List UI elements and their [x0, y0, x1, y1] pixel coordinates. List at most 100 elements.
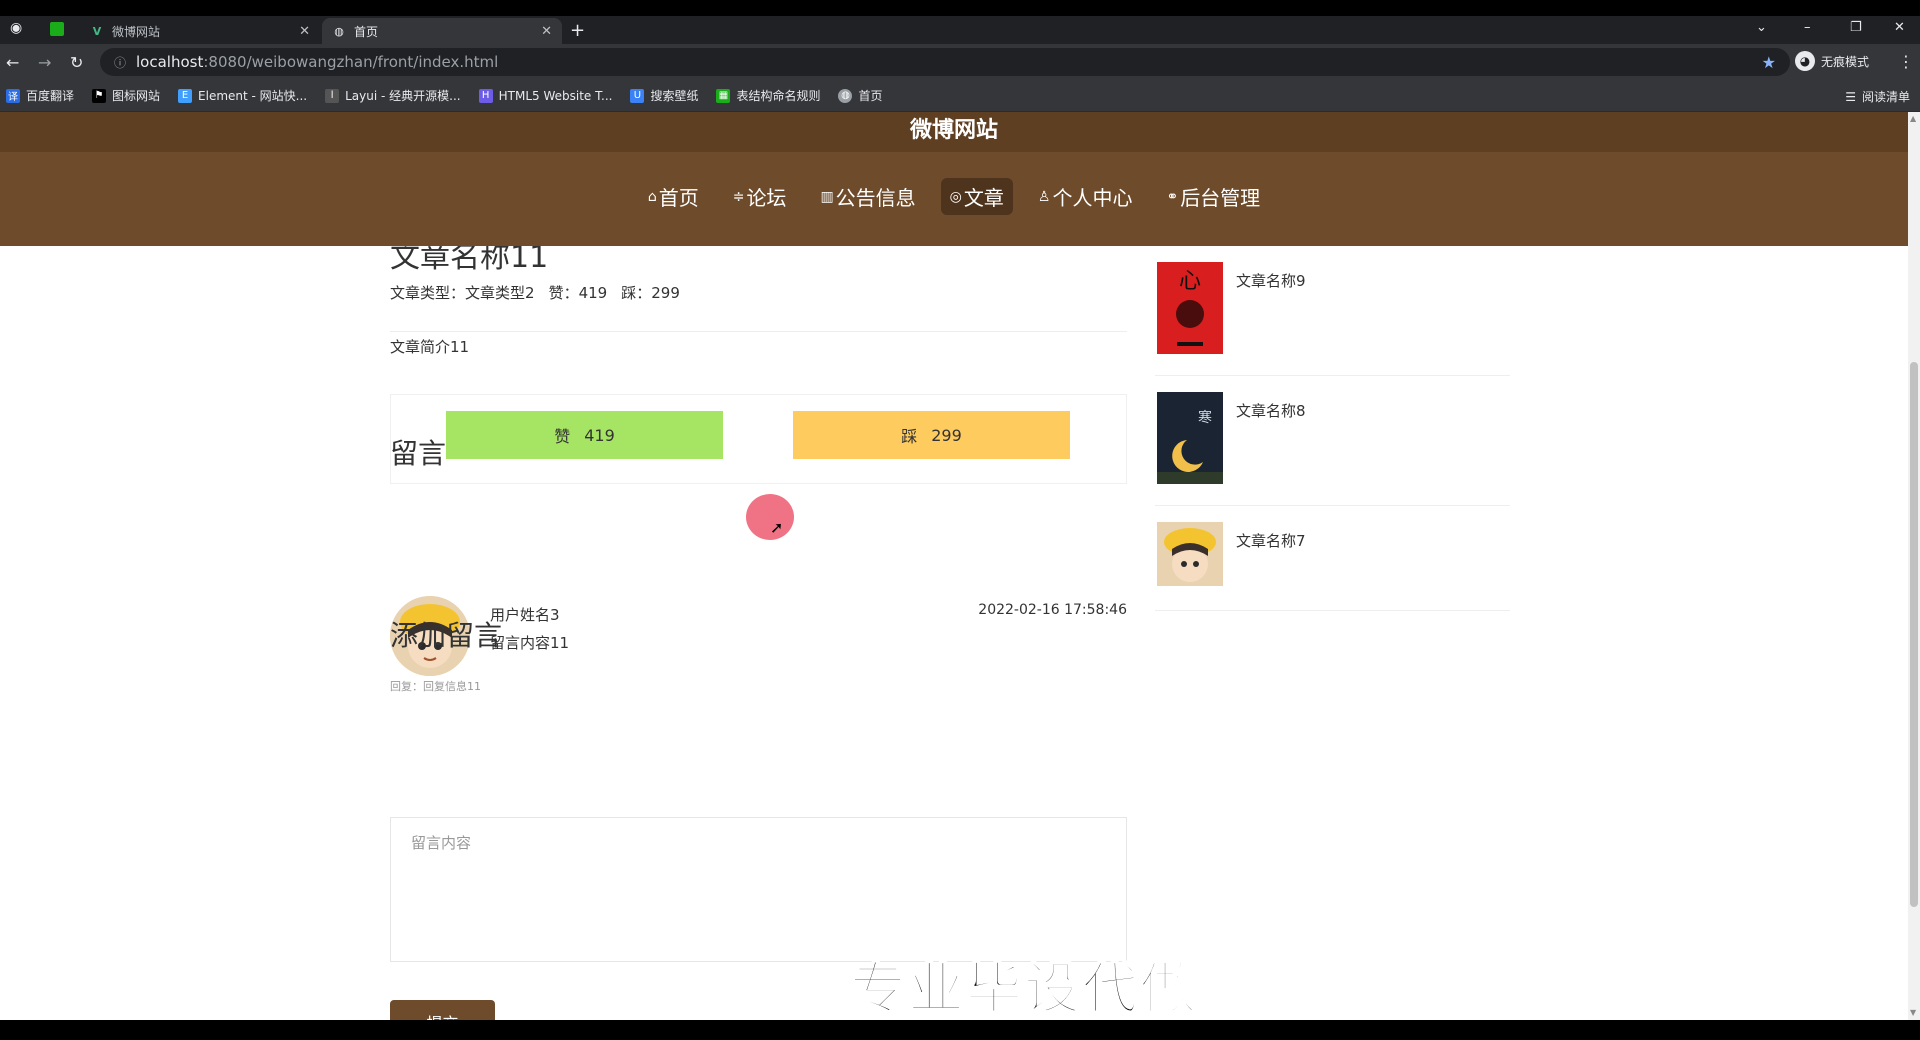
related-article-title: 文章名称7: [1236, 532, 1306, 550]
incognito-icon: ◕: [1795, 51, 1815, 71]
reload-icon[interactable]: ↻: [70, 53, 83, 72]
related-article-item[interactable]: 文章名称7: [1155, 506, 1510, 611]
incognito-globe-icon[interactable]: ◉: [10, 20, 22, 36]
dislike-label: 踩：: [621, 284, 652, 302]
dislike-button-label: 踩: [901, 427, 918, 446]
like-button-count: 419: [584, 425, 615, 445]
related-article-title: 文章名称8: [1236, 402, 1306, 420]
url-bar[interactable]: ⓘ localhost:8080/weibowangzhan/front/ind…: [100, 48, 1790, 76]
red-book-cover-icon: 心: [1157, 262, 1223, 354]
nav-notice[interactable]: ▥ 公告信息: [811, 178, 924, 215]
comments-heading: 留言: [390, 437, 447, 470]
page-scrollbar[interactable]: ▲ ▼: [1908, 112, 1920, 1020]
minimize-icon[interactable]: –: [1804, 20, 1811, 35]
cartoon-avatar-icon: [1157, 522, 1223, 586]
nav-admin[interactable]: ⚭ 后台管理: [1157, 178, 1269, 215]
mouse-cursor-icon: ➚: [770, 518, 784, 537]
like-count: 419: [578, 284, 608, 302]
site-title: 微博网站: [0, 112, 1908, 152]
layui-icon: l: [325, 88, 340, 103]
bookmark-item[interactable]: U 搜索壁纸: [630, 87, 698, 104]
bookmark-item[interactable]: H HTML5 Website T...: [478, 88, 613, 103]
profile-label: 无痕模式: [1821, 54, 1870, 69]
page-viewport: 文章名称11 文章类型：文章类型2 赞：419 踩：299 文章简介11 赞 4…: [0, 112, 1920, 1020]
related-article-item[interactable]: 心 文章名称9: [1155, 246, 1510, 376]
forum-icon: ≑: [732, 188, 745, 205]
app-favicon-icon[interactable]: [50, 22, 64, 36]
related-articles: 心 文章名称9 寒 文章名称8 文章名称7: [1155, 246, 1510, 611]
nav-profile[interactable]: ♙ 个人中心: [1029, 178, 1142, 215]
type-value: 文章类型2: [465, 284, 535, 302]
wallpaper-icon: U: [630, 88, 645, 103]
nav-forum[interactable]: ≑ 论坛: [724, 178, 796, 215]
like-label: 赞：: [548, 284, 579, 302]
like-button-label: 赞: [554, 427, 571, 446]
nav-home[interactable]: ⌂ 首页: [639, 178, 708, 215]
related-article-item[interactable]: 寒 文章名称8: [1155, 376, 1510, 506]
nav-label: 公告信息: [835, 186, 916, 210]
tab-home[interactable]: ◍ 首页 ✕: [322, 18, 562, 44]
bookmark-item[interactable]: E Element - 网站快...: [178, 87, 307, 104]
vue-icon: V: [92, 24, 102, 38]
bookmark-label: Element - 网站快...: [198, 89, 308, 103]
address-toolbar: ← → ↻ ⓘ localhost:8080/weibowangzhan/fro…: [0, 44, 1920, 80]
nav-label: 首页: [658, 186, 699, 210]
scroll-up-icon[interactable]: ▲: [1910, 114, 1916, 123]
vote-panel: 赞 419 踩 299: [390, 394, 1127, 484]
svg-text:寒: 寒: [1198, 409, 1212, 426]
bookmarks-bar: 译百度翻译 ⚑ 图标网站 E Element - 网站快... l Layui - 经…: [0, 80, 1920, 112]
article-icon: ◎: [949, 188, 962, 205]
scroll-thumb[interactable]: [1910, 362, 1918, 907]
close-icon[interactable]: ✕: [541, 24, 552, 39]
scroll-down-icon[interactable]: ▼: [1910, 1008, 1916, 1017]
new-tab-button[interactable]: +: [570, 20, 585, 41]
nav-label: 后台管理: [1180, 186, 1261, 210]
dislike-button-count: 299: [931, 425, 962, 445]
restore-icon[interactable]: ❐: [1850, 20, 1862, 35]
tab-search-icon[interactable]: ⌄: [1756, 20, 1767, 35]
html5-icon: H: [478, 88, 493, 103]
tab-weibo[interactable]: V 微博网站 ✕: [80, 18, 320, 44]
bookmark-item[interactable]: ⚑ 图标网站: [92, 87, 160, 104]
bookmark-label: Layui - 经典开源模...: [345, 89, 461, 103]
add-comment-heading: 添加留言: [390, 619, 503, 652]
site-info-icon[interactable]: ⓘ: [114, 54, 126, 71]
reading-list-button[interactable]: ☰ 阅读清单: [1845, 88, 1910, 105]
bookmark-label: 百度翻译: [26, 89, 75, 103]
close-icon[interactable]: ✕: [299, 24, 310, 39]
bookmark-label: 首页: [858, 89, 883, 103]
url-path: :8080/weibowangzhan/front/index.html: [203, 53, 499, 71]
main-nav: ⌂ 首页 ≑ 论坛 ▥ 公告信息 ◎ 文章 ♙ 个人中心 ⚭ 后台管理: [0, 178, 1908, 215]
nav-article[interactable]: ◎ 文章: [940, 178, 1013, 215]
comment-textarea[interactable]: 留言内容: [390, 817, 1127, 962]
forward-icon[interactable]: →: [38, 53, 51, 72]
site-header: 微博网站 ⌂ 首页 ≑ 论坛 ▥ 公告信息 ◎ 文章 ♙ 个人中心 ⚭ 后台管理: [0, 112, 1908, 246]
browser-menu-icon[interactable]: ⋮: [1898, 52, 1914, 71]
globe-icon: ◍: [334, 24, 344, 38]
back-icon[interactable]: ←: [6, 53, 19, 72]
bookmark-label: 表结构命名规则: [736, 89, 821, 103]
incognito-profile-button[interactable]: ◕ 无痕模式: [1795, 51, 1869, 71]
flag-icon: ⚑: [92, 88, 107, 103]
submit-button[interactable]: 提交: [390, 1000, 495, 1020]
bookmark-star-icon[interactable]: ★: [1762, 53, 1776, 72]
dislike-button[interactable]: 踩 299: [793, 411, 1070, 459]
bookmark-item[interactable]: 译百度翻译: [6, 87, 74, 104]
bookmark-item[interactable]: l Layui - 经典开源模...: [325, 87, 461, 104]
bookmark-item[interactable]: ◍ 首页: [838, 87, 883, 104]
screen: ◉ V 微博网站 ✕ ◍ 首页 ✕ + ⌄ – ❐ ✕ ← → ↻ ⓘ loca…: [0, 0, 1920, 1040]
bookmark-item[interactable]: ▦ 表结构命名规则: [716, 87, 820, 104]
user-icon: ♙: [1037, 188, 1051, 205]
bookmark-label: HTML5 Website T...: [498, 88, 613, 103]
close-window-icon[interactable]: ✕: [1894, 20, 1905, 35]
related-article-title: 文章名称9: [1236, 272, 1306, 290]
type-label: 文章类型：: [390, 284, 466, 302]
like-button[interactable]: 赞 419: [446, 411, 723, 459]
comment-reply: 回复：回复信息11: [390, 680, 481, 693]
element-icon: E: [178, 88, 193, 103]
dislike-count: 299: [651, 284, 680, 302]
link-icon: ⚭: [1166, 188, 1179, 205]
moon-book-cover-icon: 寒: [1157, 392, 1223, 484]
url-host: localhost: [136, 53, 204, 71]
browser-tab-strip: ◉ V 微博网站 ✕ ◍ 首页 ✕ + ⌄ – ❐ ✕: [0, 16, 1920, 44]
